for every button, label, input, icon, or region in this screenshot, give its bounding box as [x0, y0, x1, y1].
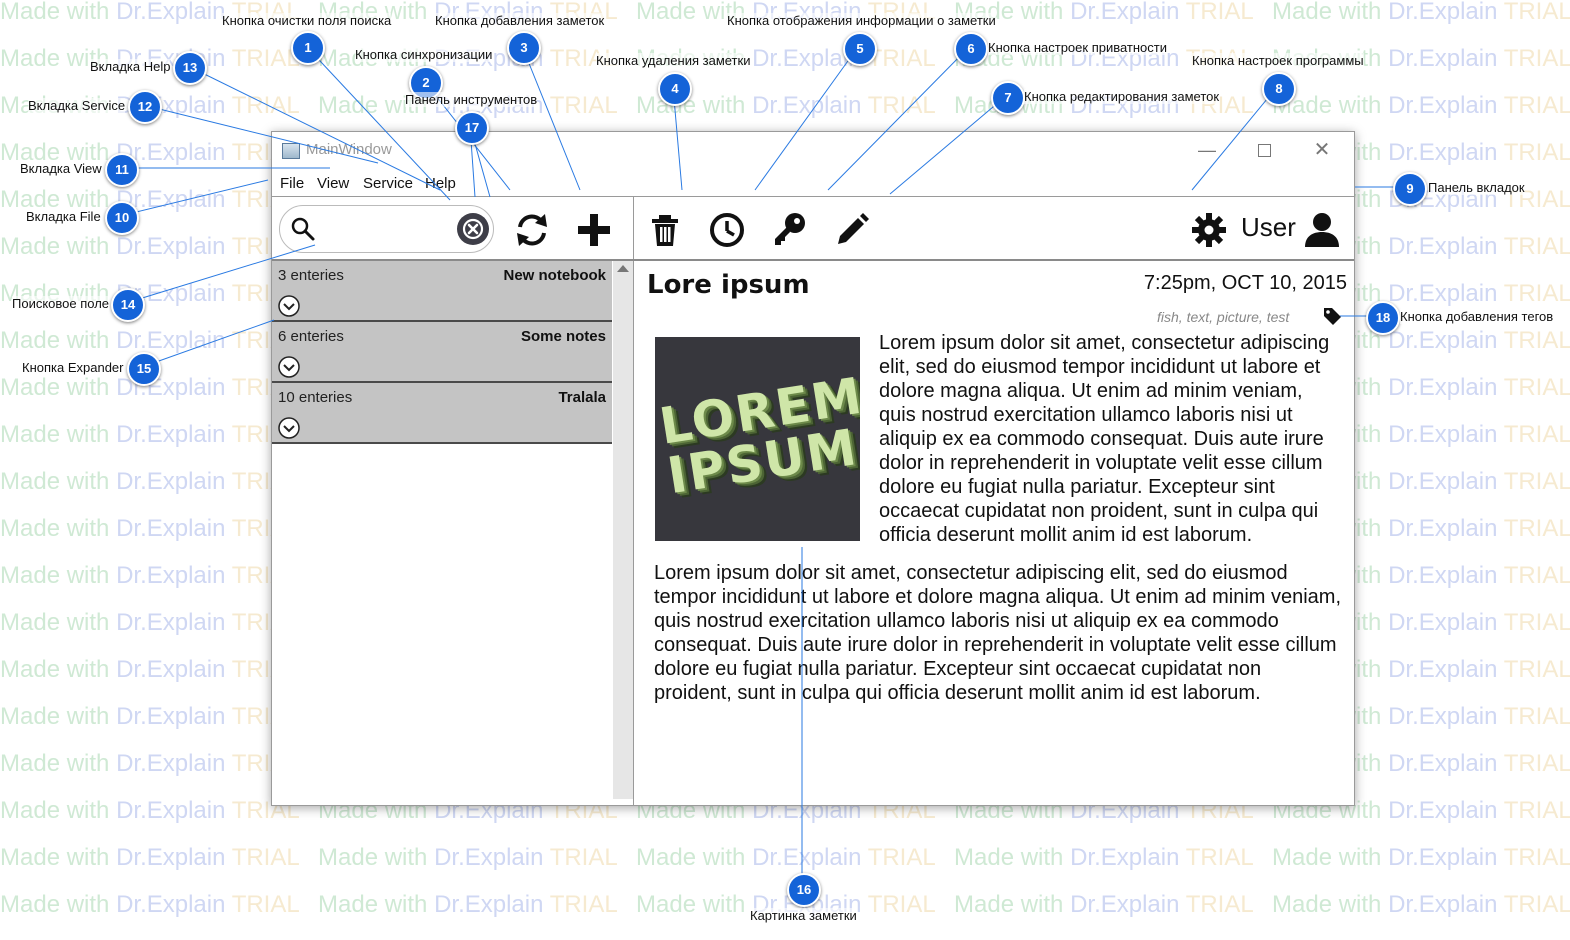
annotation-label: Кнопка настроек приватности — [988, 40, 1168, 55]
add-note-button[interactable] — [574, 210, 614, 250]
menu-help[interactable]: Help — [425, 175, 456, 192]
window-title: MainWindow — [306, 141, 392, 158]
annotation-label: Вкладка Help — [90, 59, 171, 74]
annotation-label: Кнопка удаления заметки — [596, 53, 751, 68]
annotation-label: Вкладка Service — [28, 98, 126, 113]
annotation-label: Панель вкладок — [1428, 180, 1525, 195]
expander-button[interactable] — [278, 417, 300, 439]
expander-button[interactable] — [278, 295, 300, 317]
watermark-text: Made with Dr.Explain TRIAL — [318, 891, 618, 918]
watermark-text: Made with Dr.Explain TRIAL — [0, 891, 300, 918]
search-box — [279, 205, 494, 253]
annotation-badge: 3 — [507, 31, 541, 65]
menu-file[interactable]: File — [280, 175, 304, 192]
notebook-name: New notebook — [503, 267, 606, 284]
annotation-badge: 12 — [128, 90, 162, 124]
app-settings-button[interactable] — [1189, 210, 1229, 250]
notebook-name: Some notes — [520, 328, 606, 345]
note-paragraph: Lorem ipsum dolor sit amet, consectetur … — [654, 562, 1342, 704]
notebook-name: Tralala — [558, 389, 606, 406]
notebook-count: 3 enteries — [278, 267, 344, 284]
clear-search-button[interactable] — [456, 212, 490, 246]
maximize-icon — [1257, 144, 1271, 157]
watermark-text: Made with Dr.Explain TRIAL — [636, 844, 936, 871]
annotation-badge: 15 — [127, 352, 161, 386]
watermark-text: Made with Dr.Explain TRIAL — [0, 844, 300, 871]
annotation-badge: 9 — [1393, 172, 1427, 206]
watermark-text: Made with Dr.Explain TRIAL — [954, 844, 1254, 871]
annotation-label: Кнопка добавления заметок — [435, 13, 605, 28]
watermark-text: Made with Dr.Explain TRIAL — [318, 844, 618, 871]
annotation-label: Кнопка отображения информации о заметки — [727, 13, 996, 28]
annotation-label: Кнопка очистки поля поиска — [222, 13, 392, 28]
annotation-label: Кнопка Expander — [22, 360, 124, 375]
menu-view[interactable]: View — [317, 175, 349, 192]
watermark-text: Made with Dr.Explain TRIAL — [954, 0, 1254, 25]
notebook-item[interactable]: 3 enteries New notebook — [272, 261, 612, 322]
notebook-list: 3 enteries New notebook 6 enteries Some … — [272, 261, 612, 805]
annotation-label: Кнопка редактирования заметок — [1024, 89, 1220, 104]
watermark-text: Made with Dr.Explain TRIAL — [1272, 92, 1570, 119]
privacy-settings-button[interactable] — [769, 210, 809, 250]
annotation-badge: 13 — [173, 51, 207, 85]
watermark-text: Made with Dr.Explain TRIAL — [954, 891, 1254, 918]
edit-note-button[interactable] — [832, 210, 872, 250]
expander-button[interactable] — [278, 356, 300, 378]
search-input[interactable] — [320, 218, 454, 237]
delete-note-button[interactable] — [645, 210, 685, 250]
annotation-badge: 4 — [658, 72, 692, 106]
annotation-badge: 8 — [1262, 72, 1296, 106]
annotation-badge: 18 — [1366, 301, 1400, 335]
annotation-badge: 11 — [105, 153, 139, 187]
annotation-badge: 7 — [991, 81, 1025, 115]
minimize-button[interactable]: — — [1187, 138, 1227, 164]
note-title: Lore ipsum — [647, 270, 810, 300]
title-bar: MainWindow — ✕ — [272, 132, 1354, 168]
annotation-label: Вкладка View — [20, 161, 102, 176]
toolbar-top-divider — [272, 196, 1354, 197]
annotation-badge: 1 — [291, 31, 325, 65]
annotation-badge: 16 — [787, 873, 821, 907]
annotation-label: Картинка заметки — [750, 908, 857, 923]
annotation-badge: 17 — [455, 111, 489, 145]
notebook-item[interactable]: 10 enteries Tralala — [272, 383, 612, 444]
note-image-text: LOREM IPSUM — [655, 366, 860, 506]
user-avatar-icon[interactable] — [1302, 210, 1342, 250]
annotation-label: Кнопка синхронизации — [355, 47, 493, 62]
annotation-label: Панель инструментов — [405, 92, 538, 107]
note-paragraph: Lorem ipsum dolor sit amet, consectetur … — [879, 332, 1330, 546]
list-scrollbar[interactable] — [613, 261, 633, 799]
notebook-item[interactable]: 6 enteries Some notes — [272, 322, 612, 383]
sync-button[interactable] — [512, 210, 552, 250]
annotation-badge: 5 — [843, 32, 877, 66]
pane-divider — [633, 196, 634, 805]
note-info-button[interactable] — [707, 210, 747, 250]
maximize-button[interactable] — [1244, 138, 1284, 164]
note-tags: fish, text, picture, test — [1157, 309, 1290, 325]
main-window: MainWindow — ✕ File View Service Help Us… — [271, 131, 1355, 806]
scroll-up-arrow-icon[interactable] — [617, 265, 629, 272]
annotation-label: Кнопка добавления тегов — [1400, 309, 1554, 324]
annotation-badge: 10 — [105, 201, 139, 235]
watermark-text: Made with Dr.Explain TRIAL — [1272, 891, 1570, 918]
search-icon — [291, 217, 315, 241]
watermark-text: Made with Dr.Explain TRIAL — [1272, 844, 1570, 871]
annotation-label: Кнопка настроек программы — [1192, 53, 1364, 68]
notebook-count: 10 enteries — [278, 389, 353, 406]
menu-service[interactable]: Service — [363, 175, 413, 192]
annotation-label: Вкладка File — [26, 209, 101, 224]
watermark-text: Made with Dr.Explain TRIAL — [1272, 0, 1570, 25]
add-tag-button[interactable] — [1322, 306, 1342, 326]
annotation-badge: 6 — [954, 32, 988, 66]
user-label: User — [1241, 212, 1296, 242]
note-date: 7:25pm, OCT 10, 2015 — [1143, 272, 1347, 294]
annotation-badge: 14 — [111, 288, 145, 322]
close-button[interactable]: ✕ — [1302, 138, 1342, 164]
note-image: LOREM IPSUM — [655, 337, 860, 541]
app-icon — [282, 143, 300, 159]
annotation-label: Поисковое поле — [12, 296, 110, 311]
notebook-count: 6 enteries — [278, 328, 344, 345]
